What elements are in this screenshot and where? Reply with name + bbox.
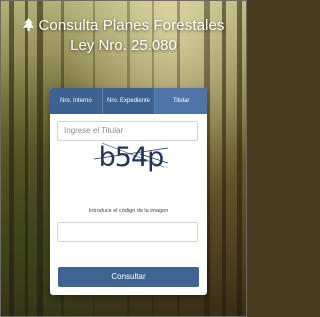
page-title: Consulta Planes Forestales: [0, 17, 247, 34]
captcha-text: b54p: [99, 142, 164, 173]
search-tabs: Nro. Interno Nro. Expediente Titular: [50, 88, 207, 114]
search-card: Nro. Interno Nro. Expediente Titular Ing…: [50, 88, 207, 295]
tab-titular[interactable]: Titular: [155, 88, 207, 114]
tab-nro-interno[interactable]: Nro. Interno: [50, 88, 103, 114]
captcha-image: b54p: [93, 142, 169, 173]
titular-input[interactable]: Ingrese el Titular: [57, 121, 198, 141]
page-subtitle: Ley Nro. 25.080: [70, 37, 177, 54]
title-line-1: Consulta Planes Forestales: [38, 17, 225, 34]
consultar-button[interactable]: Consultar: [58, 267, 199, 287]
tab-nro-expediente[interactable]: Nro. Expediente: [103, 88, 156, 114]
captcha-input[interactable]: [57, 222, 198, 242]
captcha-label: Introduce el código de la imagen: [88, 208, 169, 214]
tree-icon: [23, 18, 35, 31]
